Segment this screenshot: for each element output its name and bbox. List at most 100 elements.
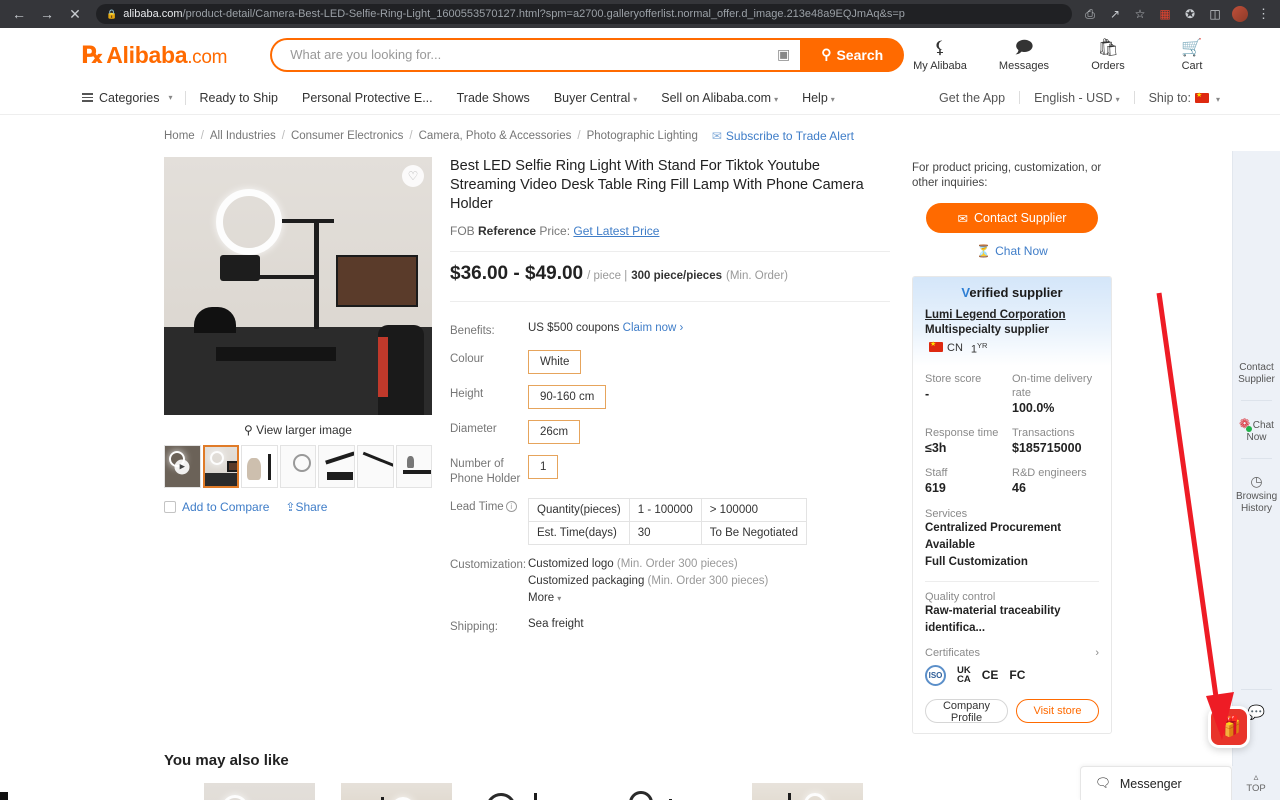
extension-red-icon[interactable]: ▦ xyxy=(1157,6,1173,22)
thumb-arm xyxy=(403,470,433,474)
colour-option-white[interactable]: White xyxy=(528,350,581,374)
breadcrumb-item-photographic-lighting[interactable]: Photographic Lighting xyxy=(587,130,698,142)
rail-item-browsing-history[interactable]: ◷ Browsing History xyxy=(1233,459,1280,529)
customization-line: Customized logo (Min. Order 300 pieces) xyxy=(528,556,890,573)
user-icon: ⚸ xyxy=(934,38,946,58)
subscribe-trade-alert-link[interactable]: ✉ Subscribe to Trade Alert xyxy=(712,129,854,143)
claim-now-link[interactable]: Claim now › xyxy=(623,322,684,334)
claim-now-label: Claim now xyxy=(623,322,677,334)
chat-now-link[interactable]: ⏳ Chat Now xyxy=(912,244,1112,258)
contact-note: For product pricing, customization, or o… xyxy=(912,161,1112,191)
benefit-text: US $500 coupons xyxy=(528,322,619,334)
header-link-cart[interactable]: 🛒 Cart xyxy=(1164,38,1220,72)
nav-item-help[interactable]: Help▾ xyxy=(802,91,835,105)
favorite-heart-icon[interactable]: ♡ xyxy=(402,165,424,187)
supplier-type: Multispecialty supplier xyxy=(925,324,1099,336)
thumbnail-4[interactable] xyxy=(318,445,355,488)
rec-wall xyxy=(204,783,315,800)
add-to-compare-checkbox[interactable]: Add to Compare xyxy=(164,500,269,514)
breadcrumb-item-consumer-electronics[interactable]: Consumer Electronics xyxy=(291,130,403,142)
search-input[interactable] xyxy=(290,47,777,62)
get-latest-price-link[interactable]: Get Latest Price xyxy=(573,224,659,238)
checkbox-icon[interactable] xyxy=(164,501,176,513)
alibaba-logo[interactable]: ℞ Alibaba.com xyxy=(82,41,227,69)
recommendation-card-2[interactable]: Live Streaming Ring Light With Mount Tik… xyxy=(341,783,452,800)
info-icon[interactable]: i xyxy=(506,501,517,512)
gift-widget-button[interactable]: 🎁 xyxy=(1208,706,1250,748)
camera-search-icon[interactable]: ▣ xyxy=(777,46,790,63)
search-box[interactable]: ▣ xyxy=(270,38,800,72)
side-rail: Contact Supplier ❁ Chat Now ◷ Browsing H… xyxy=(1232,151,1280,800)
share-icon[interactable]: ↗ xyxy=(1107,6,1123,22)
recommendation-card-1[interactable]: Live Streaming Studio Ring Light With De… xyxy=(204,783,315,800)
forward-arrow-icon[interactable]: → xyxy=(36,3,58,25)
thumbnail-5[interactable] xyxy=(357,445,394,488)
stat-key: On-time delivery rate xyxy=(1012,372,1099,400)
customization-more-button[interactable]: More▾ xyxy=(528,590,890,607)
attribute-value: 90-160 cm xyxy=(528,385,890,409)
share-button[interactable]: ⇪Share xyxy=(285,500,327,514)
search-button[interactable]: ⚲ Search xyxy=(800,38,904,72)
diameter-option[interactable]: 26cm xyxy=(528,420,580,444)
divider xyxy=(450,301,890,302)
breadcrumb: Home / All Industries / Consumer Electro… xyxy=(0,115,1280,143)
rec-scene xyxy=(615,783,726,800)
stop-x-icon[interactable]: ✕ xyxy=(64,3,86,25)
rail-item-chat-now[interactable]: ❁ Chat Now xyxy=(1233,401,1280,458)
chevron-down-icon: ▾ xyxy=(633,95,637,104)
translate-icon[interactable]: ⎙ xyxy=(1082,6,1098,22)
scene-arm xyxy=(282,219,334,223)
main-product-image[interactable]: ♡ xyxy=(164,157,432,415)
thumbnail-3[interactable] xyxy=(280,445,317,488)
nav-item-ready-to-ship[interactable]: Ready to Ship xyxy=(199,91,278,105)
recommendation-card-5[interactable]: Best LED Selfie Ring Light With Tripod S… xyxy=(752,783,863,800)
breadcrumb-item-home[interactable]: Home xyxy=(164,130,195,142)
address-bar[interactable]: 🔒 alibaba.com/product-detail/Camera-Best… xyxy=(96,4,1072,24)
share-icon: ⇪ xyxy=(285,500,295,514)
rail-item-contact-supplier[interactable]: Contact Supplier xyxy=(1233,346,1280,400)
header-link-my-alibaba[interactable]: ⚸ My Alibaba xyxy=(912,38,968,72)
nav-language-currency[interactable]: English - USD▾ xyxy=(1034,91,1120,105)
search-icon: ⚲ xyxy=(821,46,831,63)
nav-item-trade-shows[interactable]: Trade Shows xyxy=(457,91,530,105)
logo-suffix: .com xyxy=(187,47,227,69)
company-profile-button[interactable]: Company Profile xyxy=(925,699,1008,723)
nav-item-sell-on-alibaba[interactable]: Sell on Alibaba.com▾ xyxy=(661,91,778,105)
price-range: $36.00 - $49.00 xyxy=(450,263,583,285)
thumbnail-2[interactable] xyxy=(241,445,278,488)
chrome-menu-icon[interactable]: ⋮ xyxy=(1257,6,1270,22)
recommendation-card-3[interactable]: All In One Studio Live Streaming Multi-M… xyxy=(478,783,589,800)
breadcrumb-item-all-industries[interactable]: All Industries xyxy=(210,130,276,142)
nav-get-the-app[interactable]: Get the App xyxy=(939,91,1005,105)
puzzle-extension-icon[interactable]: ✪ xyxy=(1182,6,1198,22)
lead-time-cell: 30 xyxy=(629,522,701,545)
back-arrow-icon[interactable]: ← xyxy=(8,3,30,25)
supplier-name-link[interactable]: Lumi Legend Corporation xyxy=(925,309,1099,321)
nav-ship-to[interactable]: Ship to:▾ xyxy=(1149,91,1220,105)
nav-item-buyer-central[interactable]: Buyer Central▾ xyxy=(554,91,637,105)
bookmark-star-icon[interactable]: ☆ xyxy=(1132,6,1148,22)
nav-item-ppe[interactable]: Personal Protective E... xyxy=(302,91,433,105)
messenger-bar[interactable]: 🗨 Messenger xyxy=(1080,766,1232,800)
contact-supplier-button[interactable]: ✉ Contact Supplier xyxy=(926,203,1098,233)
profile-avatar[interactable] xyxy=(1232,6,1248,22)
phone-holder-option[interactable]: 1 xyxy=(528,455,558,479)
thumbnail-1[interactable] xyxy=(203,445,240,488)
nav-categories[interactable]: Categories ▾ xyxy=(82,91,172,105)
scroll-to-top-button[interactable]: ▵ TOP xyxy=(1232,766,1280,800)
sidepanel-icon[interactable]: ◫ xyxy=(1207,6,1223,22)
main-nav: Categories ▾ Ready to Ship Personal Prot… xyxy=(0,81,1280,115)
nav-item-label: Help xyxy=(802,91,828,105)
visit-store-button[interactable]: Visit store xyxy=(1016,699,1099,723)
breadcrumb-item-camera-photo[interactable]: Camera, Photo & Accessories xyxy=(419,130,572,142)
certificates-header[interactable]: Certificates › xyxy=(925,647,1099,659)
recommendation-card-4[interactable]: All In One Freestanding Studio Live Stre… xyxy=(615,783,726,800)
header-link-orders[interactable]: 🛍 Orders xyxy=(1080,38,1136,72)
thumb-scene xyxy=(319,446,354,487)
thumbnail-video[interactable]: ▶ xyxy=(164,445,201,488)
nav-divider xyxy=(185,91,186,105)
thumbnail-6[interactable] xyxy=(396,445,433,488)
header-link-messages[interactable]: 🗩 Messages xyxy=(996,38,1052,72)
view-larger-image-button[interactable]: ⚲ View larger image xyxy=(164,423,432,437)
height-option[interactable]: 90-160 cm xyxy=(528,385,606,409)
